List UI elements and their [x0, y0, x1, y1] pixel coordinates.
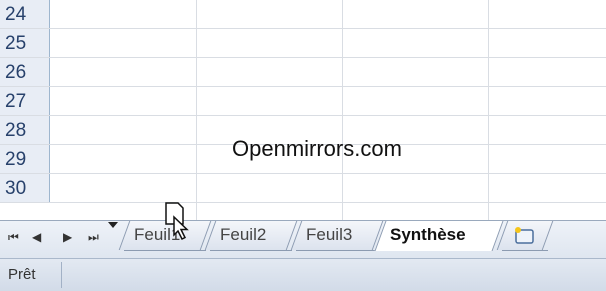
- tab-feuil2[interactable]: Feuil2: [204, 221, 298, 251]
- row-25[interactable]: 25: [0, 29, 606, 58]
- tab-synthese[interactable]: Synthèse: [374, 221, 504, 251]
- row-header[interactable]: 30: [0, 174, 50, 202]
- insert-worksheet-icon: [515, 227, 534, 244]
- column-gridline: [488, 0, 489, 220]
- previous-sheet-button[interactable]: ◀: [32, 230, 41, 244]
- row-header[interactable]: 28: [0, 116, 50, 144]
- row-header[interactable]: 27: [0, 87, 50, 115]
- insert-sheet-tab[interactable]: [496, 221, 554, 251]
- column-gridline: [342, 0, 343, 220]
- row-26[interactable]: 26: [0, 58, 606, 87]
- first-sheet-button[interactable]: ⏮: [8, 230, 19, 245]
- watermark-text: Openmirrors.com: [232, 136, 402, 161]
- row-header[interactable]: 25: [0, 29, 50, 57]
- status-divider: [61, 262, 62, 288]
- tab-feuil3[interactable]: Feuil3: [290, 221, 384, 251]
- mouse-pointer-icon: [165, 202, 189, 241]
- worksheet-grid[interactable]: 24 25 26 27 28 29 30 Openmirrors.com: [0, 0, 606, 220]
- sheet-tab-bar: ⏮ ◀ ▶ ⏭ Feuil1 Feuil2 Feuil3 Synthèse: [0, 202, 606, 258]
- tab-label: Feuil2: [220, 225, 267, 244]
- tab-label: Feuil3: [306, 225, 353, 244]
- row-header[interactable]: 26: [0, 58, 50, 86]
- tab-label: Synthèse: [390, 225, 466, 244]
- last-sheet-button[interactable]: ⏭: [88, 230, 99, 245]
- status-ready-text: Prêt: [8, 266, 36, 283]
- row-24[interactable]: 24: [0, 0, 606, 29]
- next-sheet-button[interactable]: ▶: [63, 230, 72, 244]
- row-header[interactable]: 29: [0, 145, 50, 173]
- column-gridline: [196, 0, 197, 220]
- row-27[interactable]: 27: [0, 87, 606, 116]
- row-30[interactable]: 30: [0, 174, 606, 203]
- row-header[interactable]: 24: [0, 0, 50, 28]
- tab-split-handle-icon[interactable]: [108, 222, 118, 229]
- status-bar: Prêt: [0, 258, 606, 291]
